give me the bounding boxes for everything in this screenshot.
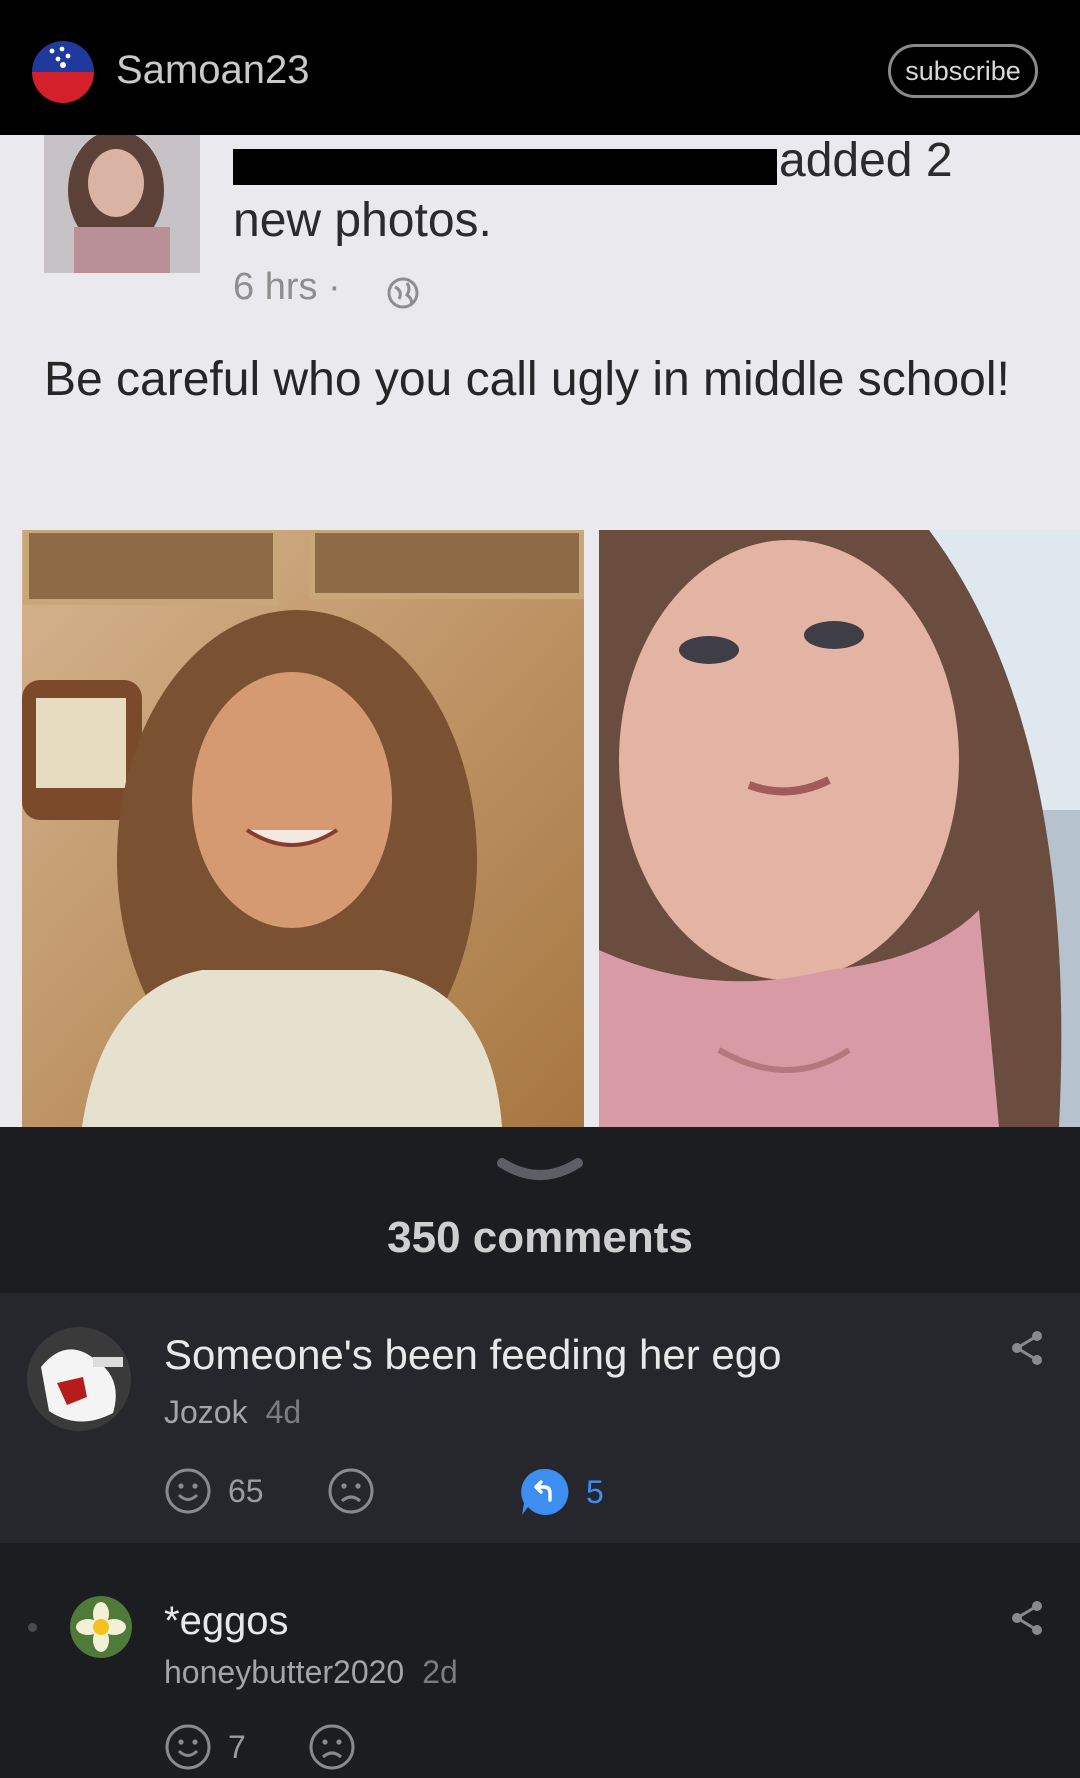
like-count: 7 — [228, 1728, 246, 1765]
comment-meta: Jozok 4d — [164, 1394, 301, 1431]
commenter-avatar[interactable] — [70, 1596, 132, 1658]
subscribe-button[interactable]: subscribe — [888, 44, 1038, 98]
post-profile-photo — [44, 135, 200, 273]
thread-indent-dot — [28, 1623, 37, 1632]
post-caption: Be careful who you call ugly in middle s… — [44, 353, 1010, 406]
comment-age: 2d — [422, 1654, 458, 1690]
app-header: Samoan23 subscribe — [0, 0, 1080, 135]
reply-icon — [521, 1468, 569, 1515]
post-timestamp: 6 hrs · — [233, 266, 341, 308]
smile-icon — [165, 1468, 211, 1514]
like-reaction[interactable]: 7 — [164, 1723, 246, 1771]
comment-author[interactable]: Jozok — [164, 1394, 248, 1430]
reply-count: 5 — [586, 1473, 604, 1510]
comment-author[interactable]: honeybutter2020 — [164, 1654, 404, 1690]
replies-button[interactable]: 5 — [520, 1467, 604, 1517]
comments-count: 350 comments — [387, 1213, 693, 1262]
like-count: 65 — [228, 1472, 264, 1509]
comment-text: Someone's been feeding her ego — [164, 1331, 782, 1378]
redacted-name-bar — [233, 149, 777, 185]
smile-icon — [165, 1724, 211, 1770]
photo-before — [22, 527, 585, 1127]
channel-username[interactable]: Samoan23 — [116, 48, 309, 93]
comment-age: 4d — [265, 1394, 302, 1430]
photo-after — [599, 530, 1080, 1127]
post-image[interactable]: added 2 new photos. 6 hrs · Be careful w… — [0, 135, 1080, 1127]
frown-icon — [309, 1724, 355, 1770]
dislike-reaction[interactable] — [308, 1723, 356, 1771]
share-icon[interactable] — [1010, 1329, 1044, 1367]
comment-meta: honeybutter2020 2d — [164, 1654, 458, 1691]
chevron-down-icon[interactable] — [496, 1157, 584, 1185]
channel-avatar-samoa-flag-icon[interactable] — [32, 41, 94, 103]
frown-icon — [328, 1468, 374, 1514]
new-photos-text: new photos. — [233, 194, 492, 247]
comment-item: *eggos honeybutter2020 2d 7 — [0, 1543, 1080, 1778]
share-icon[interactable] — [1010, 1599, 1044, 1637]
added-photos-text: added 2 — [779, 135, 953, 187]
comment-item: Someone's been feeding her ego Jozok 4d 6… — [0, 1293, 1080, 1543]
dislike-reaction[interactable] — [327, 1467, 375, 1515]
comment-text: *eggos — [164, 1599, 289, 1643]
like-reaction[interactable]: 65 — [164, 1467, 264, 1515]
globe-icon — [385, 275, 421, 311]
commenter-avatar[interactable] — [27, 1327, 131, 1431]
